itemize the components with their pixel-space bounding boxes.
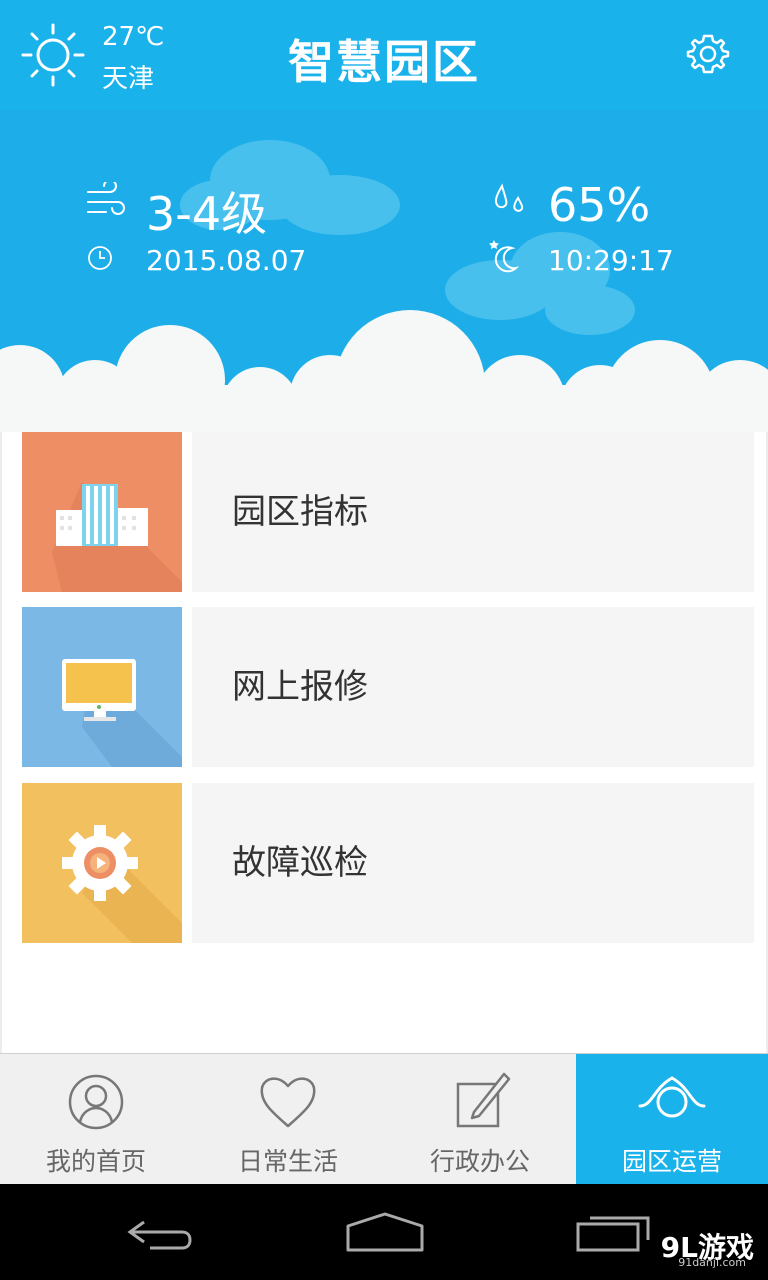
home-icon[interactable] [340,1204,430,1260]
tile-fault-inspection [22,783,182,943]
moon-icon [489,240,520,273]
menu-item-label: 故障巡检 [232,843,368,883]
menu-item-park-indicators[interactable]: 园区指标 [22,432,754,592]
recent-apps-icon[interactable] [570,1204,660,1260]
heart-icon [260,1077,316,1128]
nav-tab-park-operation[interactable]: 园区运营 [576,1054,768,1185]
label-box: 网上报修 [192,607,754,767]
system-navigation-bar: 9L游戏 91danji.com [0,1184,768,1280]
feature-menu: 园区指标 网上报修 故障巡检 [0,432,768,1053]
gear-icon [62,825,182,943]
watermark-site: 91danji.com [678,1256,746,1269]
label-box: 故障巡检 [192,783,754,943]
app-header: 27℃ 天津 智慧园区 [0,0,768,110]
tile-park-indicators [22,432,182,592]
wind-icon [87,182,125,215]
nav-tab-admin-office[interactable]: 行政办公 [384,1054,576,1185]
user-icon [68,1074,124,1130]
menu-item-label: 园区指标 [232,492,368,532]
buildings-icon [52,482,182,592]
label-box: 园区指标 [192,432,754,592]
edit-icon [456,1072,511,1128]
park-operation-icon [638,1076,706,1118]
menu-item-online-repair[interactable]: 网上报修 [22,607,754,767]
tile-online-repair [22,607,182,767]
nav-label: 我的首页 [45,1147,146,1176]
nav-label: 日常生活 [237,1147,338,1176]
humidity-drops-icon [494,183,524,212]
page-title: 智慧园区 [288,35,480,89]
time-text: 10:29:17 [548,244,674,277]
settings-gear-icon[interactable] [684,30,732,78]
wind-level-text: 3-4级 [146,187,268,241]
nav-tab-daily-life[interactable]: 日常生活 [192,1054,384,1185]
nav-tab-my-home[interactable]: 我的首页 [0,1054,192,1185]
menu-item-fault-inspection[interactable]: 故障巡检 [22,783,754,943]
menu-item-label: 网上报修 [232,667,368,707]
clock-icon [88,246,112,270]
weather-panel: 3-4级 2015.08.07 65% 10:29:17 [0,110,768,432]
monitor-icon [62,659,182,767]
nav-label: 园区运营 [621,1147,722,1176]
back-icon[interactable] [120,1204,210,1260]
humidity-text: 65% [548,178,651,232]
date-text: 2015.08.07 [146,244,307,277]
nav-label: 行政办公 [429,1147,530,1176]
bottom-navigation: 我的首页 日常生活 行政办公 园区运营 [0,1053,768,1185]
